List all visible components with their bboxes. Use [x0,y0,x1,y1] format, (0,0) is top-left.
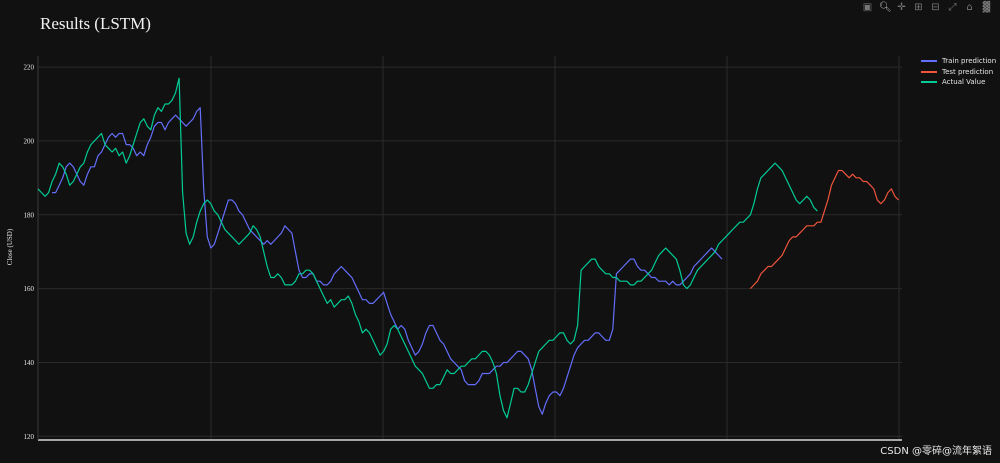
y-tick-label-200: 200 [24,137,35,145]
legend-item-train[interactable]: Train prediction [921,56,996,67]
legend-swatch-train [921,60,937,63]
series-lines [37,77,899,419]
y-tick-label-140: 140 [24,359,35,367]
y-axis-label: Close (USD) [6,228,14,265]
legend-label-train: Train prediction [942,57,997,66]
y-tick-label-160: 160 [24,285,35,293]
watermark: CSDN @零碎@流年絮语 [880,446,992,457]
y-tick-label-180: 180 [24,211,35,219]
series-line-actual-value [37,77,818,419]
y-tick-label-120: 120 [24,433,35,441]
legend-item-actual[interactable]: Actual Value [921,77,996,88]
series-line-train-prediction [52,107,723,415]
y-tick-labels: 120 140 160 180 200 220 [24,64,35,441]
legend-label-actual: Actual Value [942,78,986,87]
legend-swatch-test [921,70,937,73]
series-line-test-prediction [749,169,899,290]
y-tick-label-220: 220 [24,64,35,72]
legend-swatch-actual [921,81,937,84]
grid-lines [37,56,902,441]
legend: Train prediction Test prediction Actual … [921,56,996,88]
line-chart: 120 140 160 180 200 220 Close (USD) [6,56,902,441]
legend-label-test: Test prediction [942,67,994,76]
legend-item-test[interactable]: Test prediction [921,67,996,78]
